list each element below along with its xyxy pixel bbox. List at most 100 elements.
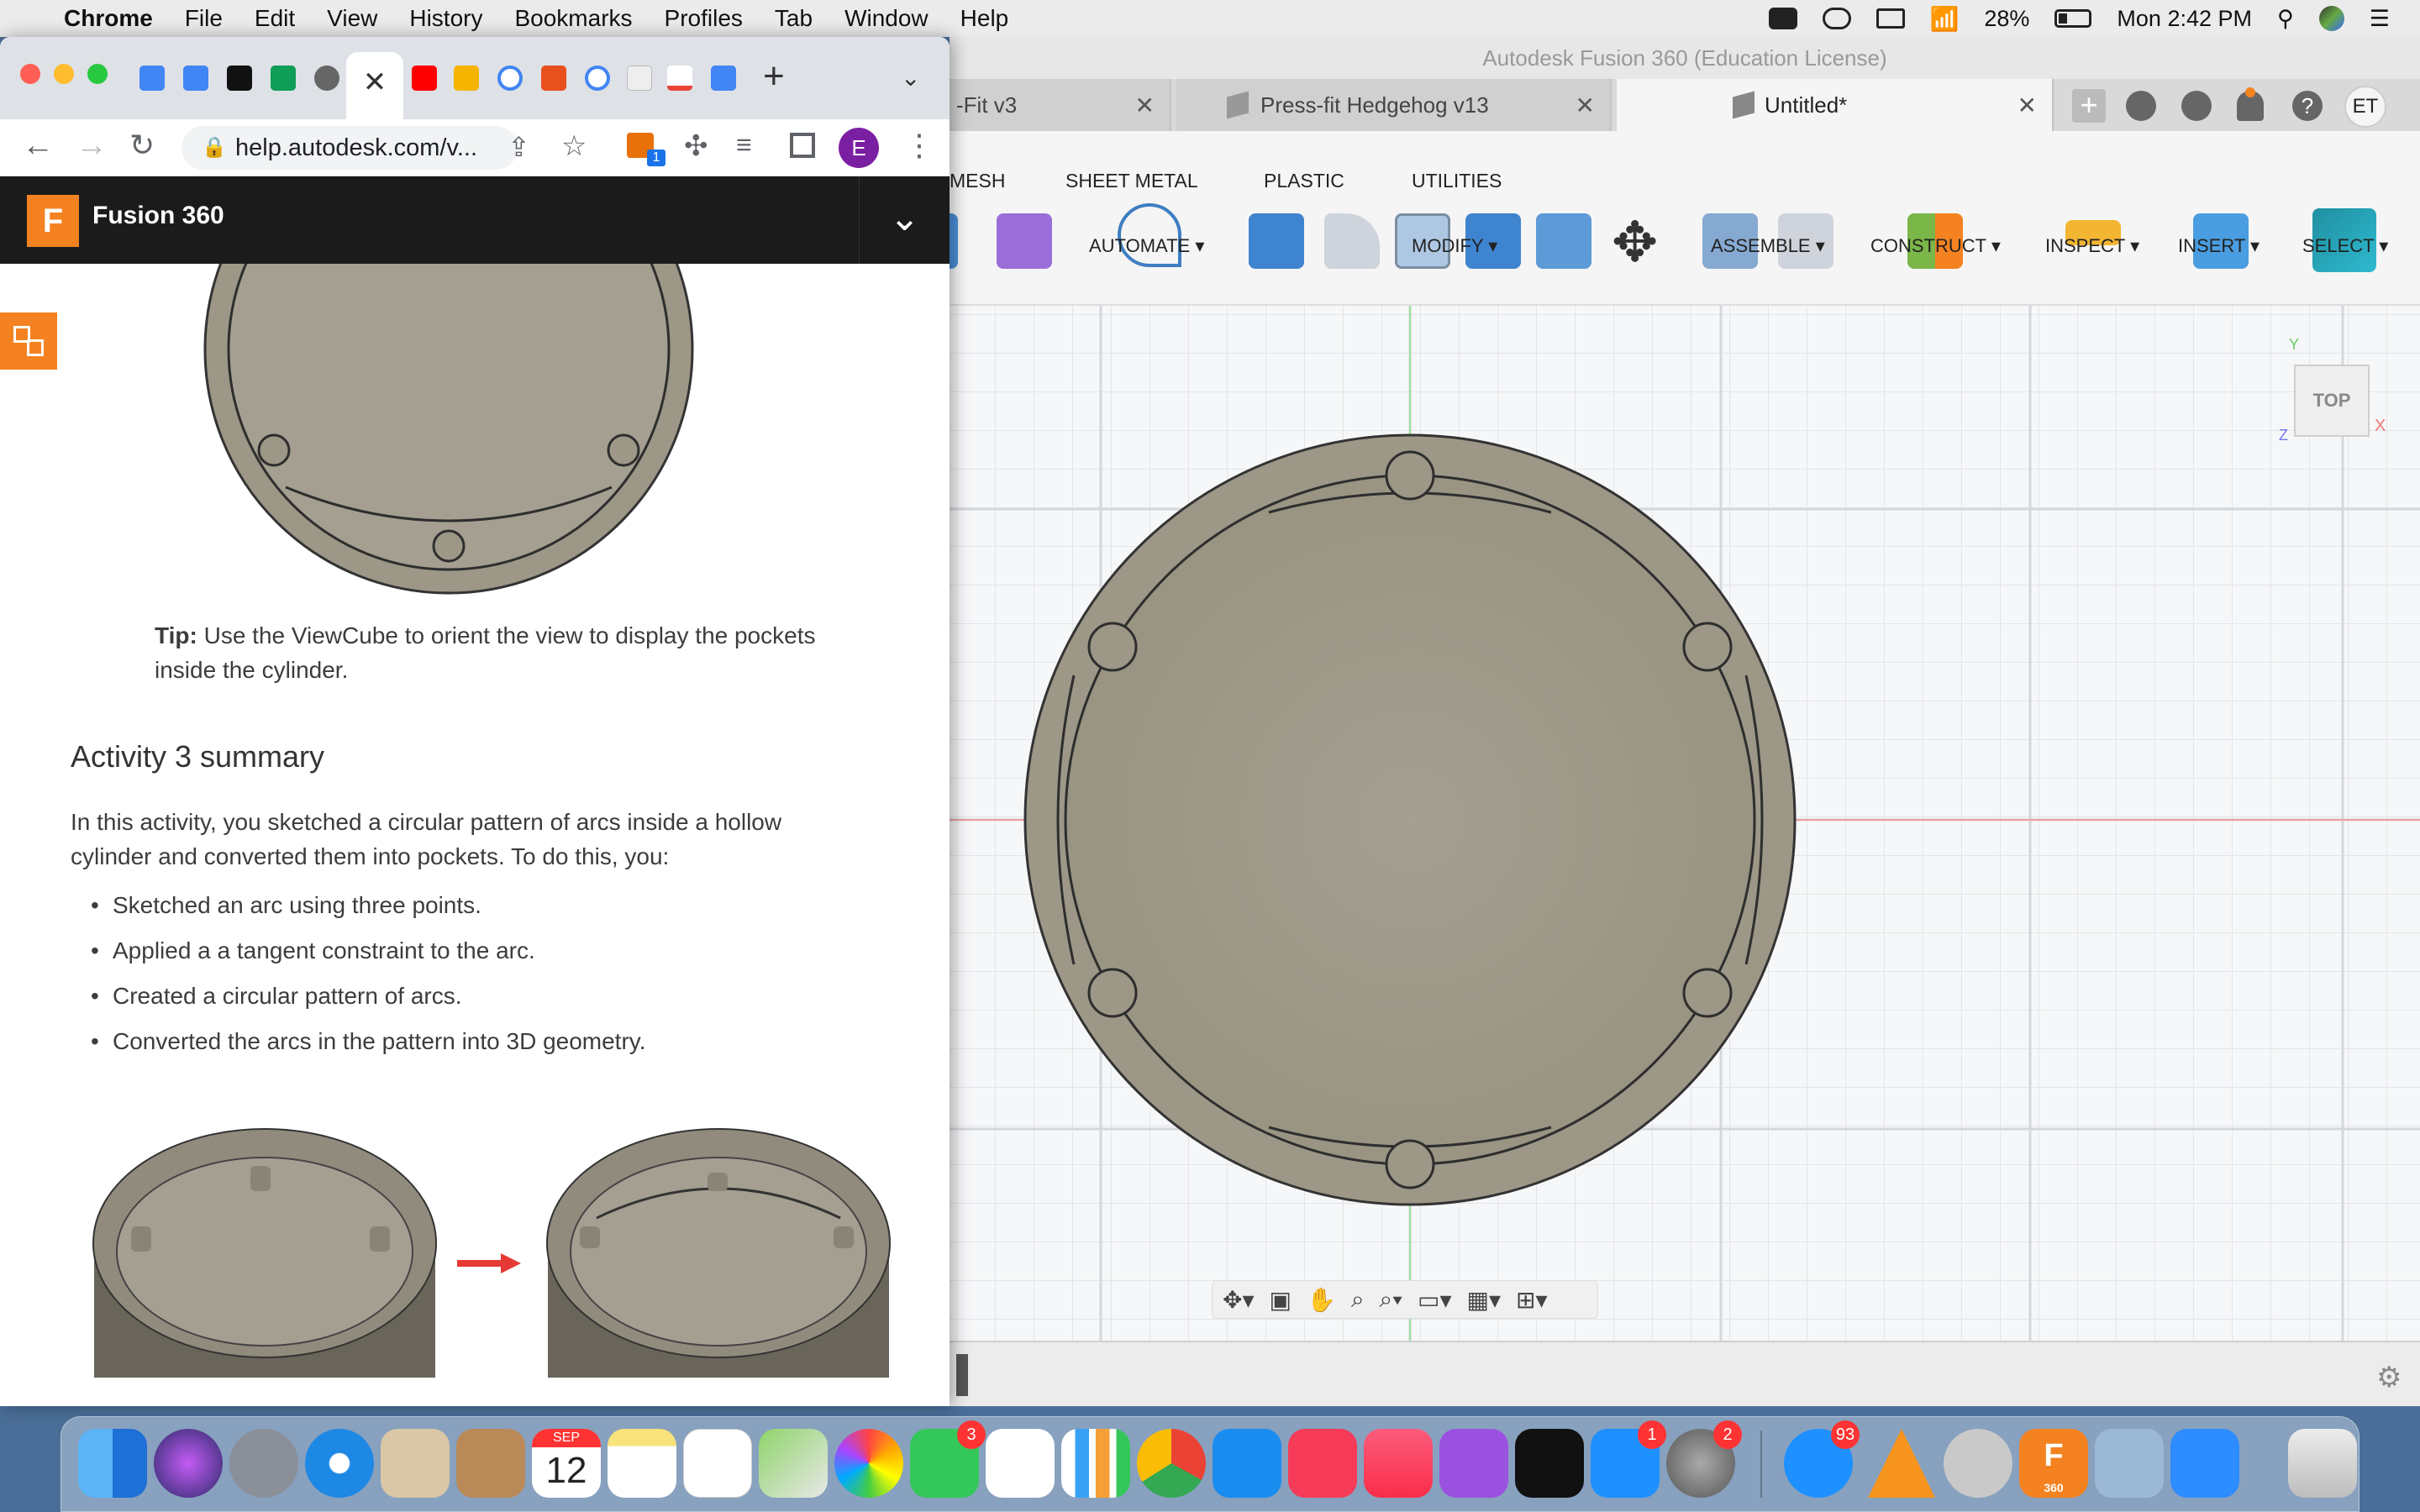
menu-bookmarks[interactable]: Bookmarks: [514, 5, 632, 32]
autodesk-tab-icon[interactable]: [227, 66, 252, 91]
menu-app-name[interactable]: Chrome: [64, 5, 153, 32]
wifi-icon[interactable]: 📶: [1930, 5, 1960, 33]
group-construct[interactable]: CONSTRUCT ▾: [1870, 235, 2001, 257]
gmail-tab-icon[interactable]: [667, 66, 692, 91]
seal-tab-icon[interactable]: [541, 66, 566, 91]
fit-icon[interactable]: ⌕▾: [1380, 1286, 1402, 1314]
group-automate[interactable]: AUTOMATE ▾: [1089, 235, 1204, 257]
calendar-icon[interactable]: SEP 12: [532, 1429, 601, 1498]
extensions-puzzle-icon[interactable]: ✣: [684, 129, 708, 163]
media-control-icon[interactable]: ≡: [736, 129, 752, 160]
bookmark-star-icon[interactable]: ☆: [561, 129, 587, 163]
apple-tv-icon[interactable]: [1515, 1429, 1584, 1498]
close-icon[interactable]: ✕: [1135, 92, 1155, 119]
docs-tab-icon[interactable]: [183, 66, 208, 91]
menu-tab[interactable]: Tab: [775, 5, 813, 32]
timeline-marker[interactable]: [956, 1354, 968, 1396]
siri-icon[interactable]: [2318, 6, 2344, 31]
clock-icon[interactable]: [2181, 91, 2212, 121]
group-inspect[interactable]: INSPECT ▾: [2045, 235, 2139, 257]
form-tool-icon[interactable]: [997, 213, 1052, 269]
close-icon[interactable]: ✕: [2018, 92, 2037, 119]
ribbon-tab-sheet-metal[interactable]: SHEET METAL: [1065, 170, 1198, 192]
chrome-icon[interactable]: [1137, 1429, 1206, 1498]
youtube-tab-icon[interactable]: [412, 66, 437, 91]
news-icon[interactable]: [1288, 1429, 1357, 1498]
orbit-icon[interactable]: ✥▾: [1223, 1286, 1255, 1314]
group-select[interactable]: SELECT ▾: [2302, 235, 2388, 257]
group-assemble[interactable]: ASSEMBLE ▾: [1711, 235, 1825, 257]
share-icon[interactable]: ⇪: [508, 131, 530, 163]
chevron-down-icon[interactable]: ⌄: [859, 176, 950, 264]
notes-icon[interactable]: [608, 1429, 676, 1498]
new-tab-button[interactable]: +: [2072, 89, 2106, 123]
google-tab-icon[interactable]: [585, 66, 610, 91]
press-pull-icon[interactable]: [1249, 213, 1304, 269]
viewports-icon[interactable]: ⊞▾: [1516, 1286, 1548, 1314]
photos-icon[interactable]: [834, 1429, 903, 1498]
profile-avatar[interactable]: E: [839, 128, 879, 168]
contacts-icon[interactable]: [456, 1429, 525, 1498]
eagle-app-icon[interactable]: [381, 1429, 450, 1498]
help-icon[interactable]: ?: [2292, 91, 2323, 121]
clock[interactable]: Mon 2:42 PM: [2117, 6, 2252, 32]
launchpad-icon[interactable]: [229, 1429, 298, 1498]
fca-tab-icon[interactable]: [627, 66, 652, 91]
docs-tab-icon[interactable]: [139, 66, 165, 91]
quotes-app-icon[interactable]: [986, 1429, 1055, 1498]
ribbon-tab-plastic[interactable]: PLASTIC: [1264, 170, 1344, 192]
music-icon[interactable]: [1364, 1429, 1433, 1498]
job-status-icon[interactable]: [2126, 91, 2156, 121]
ribbon-tab-utilities[interactable]: UTILITIES: [1412, 170, 1502, 192]
reload-icon[interactable]: ↻: [129, 128, 155, 163]
zoom-window-button[interactable]: [87, 64, 108, 84]
look-at-icon[interactable]: ▣: [1270, 1286, 1292, 1314]
fusion360-dock-icon[interactable]: F 360: [2019, 1429, 2088, 1498]
slides-tab-icon[interactable]: [454, 66, 479, 91]
creative-cloud-icon[interactable]: [1822, 8, 1851, 29]
active-tab-close-icon[interactable]: ✕: [346, 52, 403, 119]
pan-icon[interactable]: ✋: [1307, 1286, 1336, 1314]
side-panel-icon[interactable]: [790, 133, 815, 158]
doc-tab-untitled[interactable]: Untitled* ✕: [1617, 79, 2054, 131]
doc-tab-hedgehog[interactable]: Press-fit Hedgehog v13 ✕: [1176, 79, 1612, 131]
menu-edit[interactable]: Edit: [255, 5, 295, 32]
trash-icon[interactable]: [2288, 1429, 2357, 1498]
keychain-icon[interactable]: [1944, 1429, 2012, 1498]
toc-toggle-button[interactable]: [0, 312, 57, 370]
close-icon[interactable]: ✕: [1576, 92, 1595, 119]
move-icon[interactable]: ✥: [1612, 210, 1658, 275]
address-bar[interactable]: 🔒 help.autodesk.com/v...: [182, 126, 518, 170]
ribbon-tab-mesh[interactable]: MESH: [950, 170, 1005, 192]
tab-search-icon[interactable]: ⌄: [901, 64, 920, 92]
menu-file[interactable]: File: [185, 5, 223, 32]
menu-history[interactable]: History: [409, 5, 482, 32]
new-tab-button[interactable]: +: [763, 55, 785, 97]
zoom-app-icon[interactable]: [2170, 1429, 2239, 1498]
display-icon[interactable]: [1876, 8, 1905, 29]
reminders-icon[interactable]: [683, 1429, 752, 1498]
keynote-icon[interactable]: [1213, 1429, 1281, 1498]
chrome-menu-icon[interactable]: ⋮: [904, 128, 934, 163]
menu-help[interactable]: Help: [960, 5, 1009, 32]
viewcube[interactable]: TOP: [2294, 365, 2370, 437]
globe-tab-icon[interactable]: [314, 66, 339, 91]
preview-icon[interactable]: [2095, 1429, 2164, 1498]
sheets-tab-icon[interactable]: [271, 66, 296, 91]
combine-icon[interactable]: [1536, 213, 1591, 269]
docs-tab-icon[interactable]: [711, 66, 736, 91]
podcasts-icon[interactable]: [1439, 1429, 1508, 1498]
close-window-button[interactable]: [20, 64, 40, 84]
zoom-icon[interactable]: ⌕: [1351, 1286, 1365, 1314]
menu-profiles[interactable]: Profiles: [665, 5, 743, 32]
doc-tab-fit-v3[interactable]: -Fit v3 ✕: [950, 79, 1171, 131]
numbers-icon[interactable]: [1061, 1429, 1130, 1498]
group-modify[interactable]: MODIFY ▾: [1412, 235, 1497, 257]
group-insert[interactable]: INSERT ▾: [2178, 235, 2260, 257]
grid-settings-icon[interactable]: ▦▾: [1467, 1286, 1502, 1314]
spotlight-icon[interactable]: ⚲: [2277, 6, 2294, 32]
canvas-viewport[interactable]: TOP Y X Z ✥▾ ▣ ✋ ⌕ ⌕▾ ▭▾ ▦▾ ⊞▾: [950, 306, 2420, 1341]
vlc-icon[interactable]: [1868, 1429, 1935, 1498]
maps-icon[interactable]: [759, 1429, 828, 1498]
finder-icon[interactable]: [78, 1429, 147, 1498]
